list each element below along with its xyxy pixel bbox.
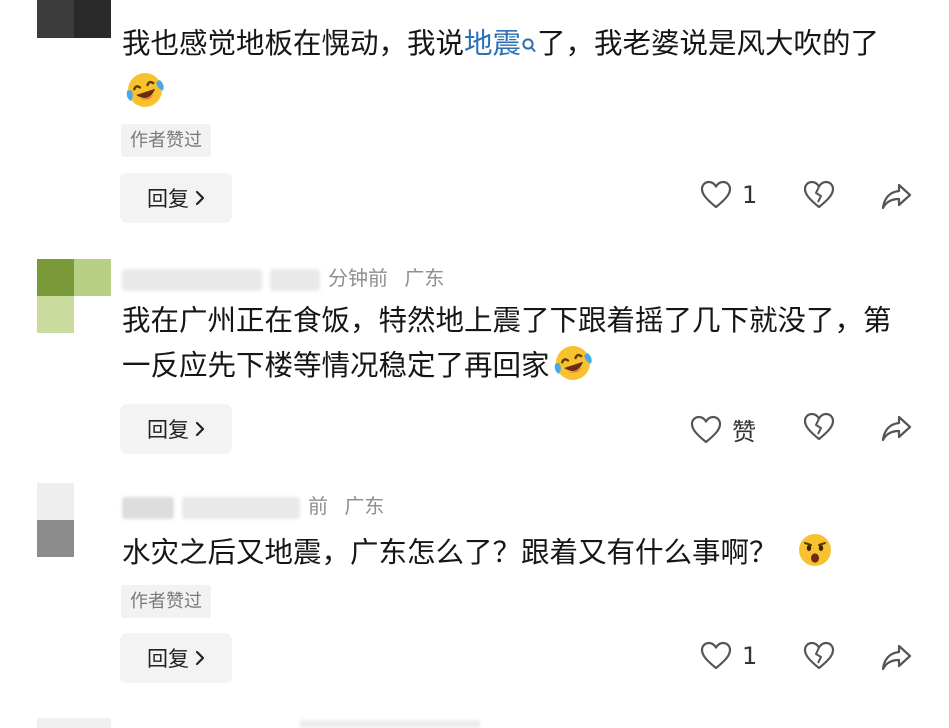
heart-outline-icon [690, 415, 722, 445]
author-liked-badge: 作者赞过 [121, 585, 211, 618]
reply-button[interactable]: 回复 [120, 173, 232, 223]
comment-text: 水灾之后又地震，广东怎么了？跟着又有什么事啊？ [122, 530, 902, 575]
avatar[interactable] [37, 0, 111, 38]
dislike-button[interactable] [803, 180, 835, 210]
share-arrow-icon [881, 414, 913, 442]
share-button[interactable] [881, 643, 913, 671]
like-button[interactable]: 赞 [690, 412, 756, 447]
comment-time: 分钟前 [328, 266, 388, 290]
reply-label: 回复 [147, 647, 189, 671]
chevron-right-icon [195, 650, 205, 666]
reply-button[interactable]: 回复 [120, 633, 232, 683]
share-button[interactable] [881, 414, 913, 442]
comment-meta: 分钟前 广东 [122, 262, 444, 291]
like-count: 1 [742, 642, 758, 670]
share-button[interactable] [881, 182, 913, 210]
heart-outline-icon [700, 180, 732, 210]
comment-meta: 前 广东 [122, 490, 384, 519]
shocked-face-emoji [796, 531, 834, 569]
topic-link-label: 地震 [464, 27, 522, 60]
comment-text-part: 了，我老婆说是风大吹的了 [537, 27, 880, 60]
next-comment-meta-partial [300, 720, 480, 728]
topic-link[interactable]: 地震 [464, 27, 537, 60]
heart-outline-icon [700, 641, 732, 671]
chevron-right-icon [195, 190, 205, 206]
dislike-button[interactable] [803, 641, 835, 671]
next-comment-avatar-partial [37, 718, 111, 728]
broken-heart-icon [803, 641, 835, 671]
like-label: 赞 [732, 418, 756, 446]
share-arrow-icon [881, 182, 913, 210]
avatar[interactable] [37, 259, 111, 333]
comment-text-body: 我在广州正在食饭，特然地上震了下跟着摇了几下就没了，第一反应先下楼等情况稳定了再… [122, 304, 892, 382]
dislike-button[interactable] [803, 412, 835, 442]
avatar[interactable] [37, 483, 111, 557]
author-liked-badge: 作者赞过 [121, 124, 211, 157]
like-button[interactable]: 1 [700, 180, 757, 210]
chevron-right-icon [195, 421, 205, 437]
reply-label: 回复 [147, 187, 189, 211]
comment-location: 广东 [404, 266, 445, 290]
broken-heart-icon [803, 180, 835, 210]
search-icon [521, 25, 537, 70]
laughing-crying-emoji [552, 342, 594, 384]
broken-heart-icon [803, 412, 835, 442]
comment-time: 前 [308, 494, 328, 518]
comment-text: 我也感觉地板在愰动，我说地震 了，我老婆说是风大吹的了 [122, 21, 902, 115]
comment-text: 我在广州正在食饭，特然地上震了下跟着摇了几下就没了，第一反应先下楼等情况稳定了再… [122, 298, 902, 388]
laughing-crying-emoji [124, 69, 166, 111]
like-button[interactable]: 1 [700, 641, 757, 671]
reply-label: 回复 [147, 418, 189, 442]
reply-button[interactable]: 回复 [120, 404, 232, 454]
like-count: 1 [742, 181, 758, 209]
share-arrow-icon [881, 643, 913, 671]
comment-text-part: 我也感觉地板在愰动，我说 [122, 27, 465, 60]
comment-location: 广东 [344, 494, 385, 518]
comment-text-body: 水灾之后又地震，广东怎么了？跟着又有什么事啊？ [122, 536, 778, 569]
